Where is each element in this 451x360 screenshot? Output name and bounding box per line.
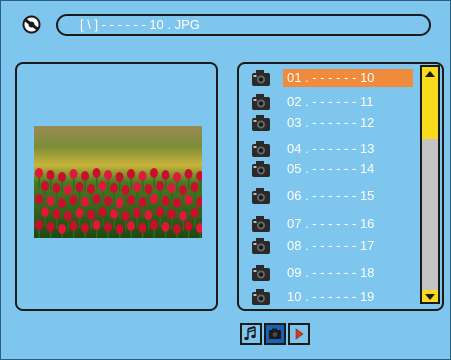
music-note-icon [244,326,256,341]
file-list-item-label: 03 . - - - - - - 12 [287,115,375,130]
file-list-item-label: 05 . - - - - - - 14 [287,161,375,176]
file-list-item[interactable]: 02 . - - - - - - 11 [249,93,419,111]
file-list-scrollbar[interactable] [420,65,440,304]
jpeg-camera-icon [252,115,270,131]
scrollbar-thumb[interactable] [422,79,438,139]
jpeg-camera-icon [252,70,270,86]
video-play-icon [295,328,304,340]
jpeg-camera-icon [252,216,270,232]
file-list-item[interactable]: 09 . - - - - - - 18 [249,264,419,282]
photo-mode-button[interactable] [264,323,286,345]
file-list-item[interactable]: 07 . - - - - - - 16 [249,215,419,233]
file-list-item-label: 10 . - - - - - - 19 [287,289,375,304]
jpeg-camera-icon [252,188,270,204]
file-list-item[interactable]: 05 . - - - - - - 14 [249,160,419,178]
no-disc-icon [22,15,41,34]
file-list-item[interactable]: 06 . - - - - - - 15 [249,187,419,205]
file-list-item-label: 01 . - - - - - - 10 [283,69,413,87]
jpeg-camera-icon [252,238,270,254]
video-mode-button[interactable] [288,323,310,345]
file-list-item-label: 09 . - - - - - - 18 [287,265,375,280]
file-list-item[interactable]: 10 . - - - - - - 19 [249,288,419,306]
file-list-item-label: 07 . - - - - - - 16 [287,216,375,231]
current-file-path: [ \ ] - - - - - - 10 . JPG [56,14,431,36]
jpeg-camera-icon [252,265,270,281]
jpeg-camera-icon [252,161,270,177]
arrow-down-icon [425,294,435,300]
file-list-item-label: 08 . - - - - - - 17 [287,238,375,253]
photo-icon [269,328,281,339]
jpeg-camera-icon [252,94,270,110]
media-browser-screen: [ \ ] - - - - - - 10 . JPG 01 . - - - - … [0,0,451,360]
jpeg-camera-icon [252,289,270,305]
music-mode-button[interactable] [240,323,262,345]
scroll-down-button[interactable] [422,290,438,302]
tulip-field-thumbnail [34,126,202,238]
file-list-item[interactable]: 03 . - - - - - - 12 [249,114,419,132]
file-list-item[interactable]: 04 . - - - - - - 13 [249,140,419,158]
file-list-item[interactable]: 01 . - - - - - - 10 [249,69,419,87]
scroll-up-button[interactable] [422,67,438,79]
file-list-item-label: 02 . - - - - - - 11 [287,94,374,109]
tulip-blooms [35,168,202,238]
jpeg-camera-icon [252,141,270,157]
file-list-item[interactable]: 08 . - - - - - - 17 [249,237,419,255]
file-list-item-label: 06 . - - - - - - 15 [287,188,375,203]
file-list-item-label: 04 . - - - - - - 13 [287,141,375,156]
